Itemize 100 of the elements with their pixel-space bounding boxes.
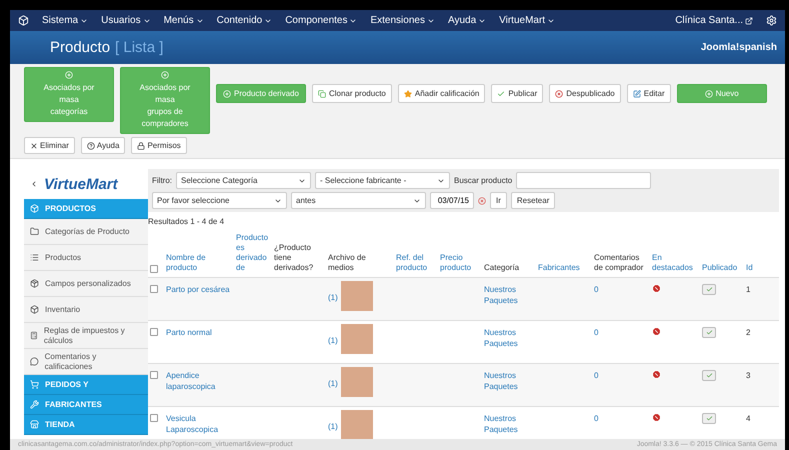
column-header[interactable]: En destacados	[650, 231, 700, 277]
not-featured-icon[interactable]	[652, 327, 661, 336]
sidebar-item[interactable]: Inventario	[24, 297, 148, 323]
page-subtitle: [ Lista ]	[115, 39, 164, 56]
not-featured-icon[interactable]	[652, 413, 661, 422]
sidebar-item[interactable]: Categorías de Producto	[24, 219, 148, 245]
toolbar-button[interactable]: Ayuda	[80, 137, 126, 154]
x-circle-icon	[555, 90, 564, 98]
menu-item[interactable]: Menús	[164, 15, 204, 26]
menu-item[interactable]: Ayuda	[448, 15, 486, 26]
go-button[interactable]: Ir	[490, 192, 507, 209]
published-toggle[interactable]	[702, 413, 716, 424]
column-header: Comentarios de comprador	[593, 252, 644, 274]
media-count[interactable]: (1)	[328, 421, 338, 432]
sidebar-icon	[30, 380, 39, 389]
toolbar-button[interactable]: Editar	[626, 84, 671, 103]
media-count[interactable]: (1)	[328, 292, 338, 303]
plus-icon	[161, 71, 169, 79]
menu-item[interactable]: Usuarios	[101, 15, 151, 26]
sidebar-item[interactable]: Productos	[24, 245, 148, 271]
not-featured-icon[interactable]	[652, 284, 661, 293]
product-link[interactable]: Apendice laparoscopica	[166, 370, 232, 392]
category-link[interactable]: Nuestros Paquetes	[484, 413, 534, 435]
check-icon	[706, 329, 712, 336]
sidebar-item[interactable]: PRODUCTOS	[24, 199, 148, 219]
toolbar-button[interactable]: Publicar	[491, 84, 544, 103]
comments-count[interactable]: 0	[594, 327, 598, 338]
category-link[interactable]: Nuestros Paquetes	[484, 284, 534, 306]
menu-item[interactable]: Extensiones	[370, 15, 435, 26]
column-header[interactable]: Fabricantes	[536, 231, 592, 277]
toolbar-button[interactable]: Permisos	[131, 137, 187, 154]
reset-button[interactable]: Resetear	[510, 192, 556, 209]
sidebar-item[interactable]: TIENDA	[24, 415, 148, 435]
star-icon	[404, 90, 412, 98]
toolbar-button[interactable]: Asociados por masa categorías	[24, 67, 114, 122]
row-checkbox[interactable]	[150, 285, 158, 293]
external-link-icon	[745, 16, 753, 24]
column-header[interactable]: Nombre de producto	[164, 231, 234, 277]
toolbar-button[interactable]: Añadir calificación	[398, 84, 486, 103]
copy-icon	[318, 90, 326, 98]
comments-count[interactable]: 0	[594, 370, 598, 381]
photo-placeholder	[340, 281, 373, 311]
search-field[interactable]	[516, 172, 652, 189]
sidebar-item[interactable]: FABRICANTES	[24, 395, 148, 415]
id-text: 1	[746, 284, 750, 295]
toolbar-button[interactable]: Eliminar	[24, 137, 75, 154]
column-header[interactable]: Precio producto	[438, 231, 482, 277]
sidebar-item[interactable]: PEDIDOS Y	[24, 375, 148, 395]
id-text: 3	[746, 370, 750, 381]
sidebar-icon	[30, 204, 39, 213]
column-header: Categoría	[483, 262, 520, 274]
toolbar-button[interactable]: Nuevo	[676, 84, 767, 103]
published-toggle[interactable]	[702, 284, 716, 295]
toolbar-button[interactable]: Asociados por masa grupos de compradores	[120, 67, 210, 134]
menu-item[interactable]: Contenido	[216, 15, 272, 26]
id-text: 2	[746, 327, 750, 338]
column-header[interactable]: Ref. del producto	[394, 231, 438, 277]
settings-icon[interactable]	[766, 15, 777, 26]
check-icon	[497, 90, 506, 98]
sidebar-item[interactable]: Reglas de impuestos y cálculos	[24, 323, 148, 349]
row-checkbox[interactable]	[150, 328, 158, 336]
comments-count[interactable]: 0	[594, 413, 598, 424]
column-header[interactable]: Publicado	[700, 231, 744, 277]
sidebar-item[interactable]: Campos personalizados	[24, 271, 148, 297]
clear-icon[interactable]	[478, 196, 486, 204]
row-checkbox[interactable]	[150, 414, 158, 422]
row-checkbox[interactable]	[150, 371, 158, 379]
column-header[interactable]: Producto es derivado de	[234, 231, 272, 277]
not-featured-icon[interactable]	[652, 370, 661, 379]
sidebar-item[interactable]: Comentarios y calificaciones	[24, 349, 148, 375]
product-link[interactable]: Vesicula Laparoscopica	[166, 413, 232, 435]
toolbar-button[interactable]: Despublicado	[549, 84, 621, 103]
category-select[interactable]: Seleccione Categoría	[176, 172, 311, 189]
media-count[interactable]: (1)	[328, 378, 338, 389]
help-icon	[86, 142, 95, 150]
comments-count[interactable]: 0	[594, 284, 598, 295]
menu-item[interactable]: Componentes	[285, 15, 358, 26]
toolbar-button[interactable]: Clonar producto	[312, 84, 392, 103]
date-field[interactable]: 03/07/15	[430, 192, 474, 209]
relation-select[interactable]: antes	[291, 192, 426, 209]
product-link[interactable]: Parto normal	[166, 327, 212, 338]
check-icon	[706, 372, 712, 379]
column-header[interactable]: Id	[744, 231, 758, 277]
category-link[interactable]: Nuestros Paquetes	[484, 370, 534, 392]
site-link[interactable]: Clínica Santa...	[675, 15, 753, 26]
plus-icon	[65, 71, 73, 79]
published-toggle[interactable]	[702, 370, 716, 381]
period-select[interactable]: Por favor seleccione	[152, 192, 287, 209]
published-toggle[interactable]	[702, 327, 716, 338]
media-count[interactable]: (1)	[328, 335, 338, 346]
sidebar-icon	[30, 279, 39, 288]
manufacturer-select[interactable]: - Seleccione fabricante -	[315, 172, 450, 189]
collapse-icon[interactable]	[30, 180, 38, 188]
product-link[interactable]: Parto por cesárea	[166, 284, 230, 295]
category-link[interactable]: Nuestros Paquetes	[484, 327, 534, 349]
select-all-checkbox[interactable]	[150, 265, 158, 273]
menu-item[interactable]: Sistema	[42, 15, 88, 26]
photo-placeholder	[340, 367, 373, 397]
toolbar-button[interactable]: Producto derivado	[216, 84, 306, 103]
menu-item[interactable]: VirtueMart	[499, 15, 556, 26]
